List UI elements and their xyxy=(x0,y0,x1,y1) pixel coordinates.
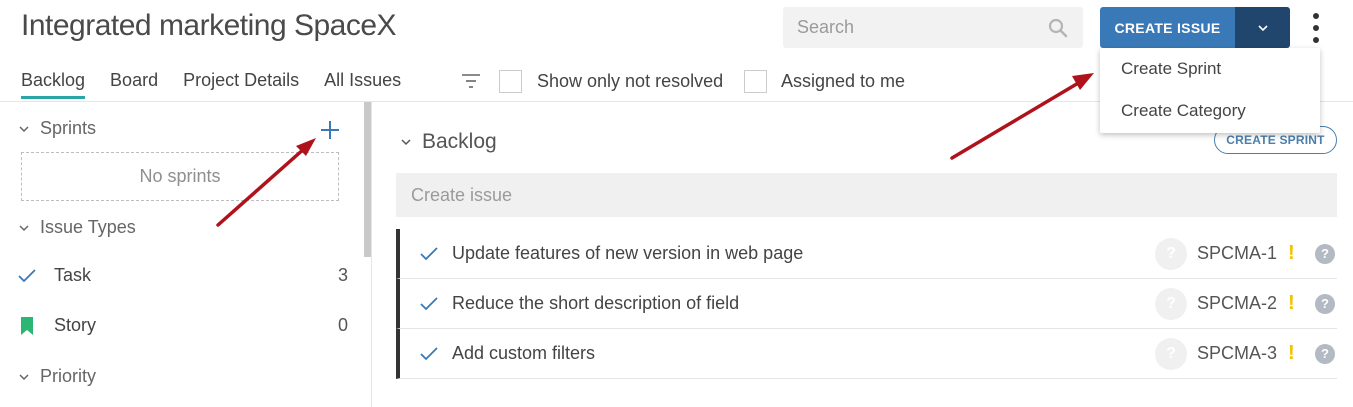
priority-label: Priority xyxy=(40,366,97,386)
tab-project-details[interactable]: Project Details xyxy=(183,70,299,99)
issue-summary[interactable]: Add custom filters xyxy=(452,343,595,364)
check-icon xyxy=(420,345,438,363)
menu-item-create-sprint[interactable]: Create Sprint xyxy=(1100,48,1320,90)
annotation-arrow xyxy=(950,73,1094,160)
issue-type-count: 0 xyxy=(337,315,348,335)
issue-row[interactable]: Reduce the short description of field ? … xyxy=(396,279,1337,329)
check-icon xyxy=(420,295,438,313)
search-box[interactable] xyxy=(783,7,1083,48)
priority-section-header[interactable]: Priority xyxy=(18,366,96,387)
issue-list: Update features of new version in web pa… xyxy=(396,229,1337,379)
issue-type-name: Task xyxy=(54,265,92,285)
search-input[interactable] xyxy=(797,17,1047,38)
sprints-section-header[interactable]: Sprints xyxy=(18,118,96,139)
assigned-to-me-label: Assigned to me xyxy=(781,71,906,91)
status-unknown-icon: ? xyxy=(1315,343,1335,364)
issue-key[interactable]: SPCMA-1 xyxy=(1197,243,1277,264)
show-not-resolved-checkbox[interactable] xyxy=(499,70,522,93)
panel-divider xyxy=(371,102,372,407)
status-unknown-icon: ? xyxy=(1315,243,1335,264)
menu-item-create-category[interactable]: Create Category xyxy=(1100,90,1320,132)
assignee-avatar[interactable]: ? xyxy=(1155,337,1187,370)
create-issue-dropdown-toggle[interactable] xyxy=(1235,7,1290,48)
issue-types-label: Issue Types xyxy=(40,217,136,237)
bookmark-icon xyxy=(18,316,36,335)
sidebar-scrollbar[interactable] xyxy=(364,102,371,257)
backlog-header[interactable]: Backlog xyxy=(400,130,497,154)
no-sprints-placeholder: No sprints xyxy=(21,152,339,201)
tab-board[interactable]: Board xyxy=(110,70,158,99)
issue-key[interactable]: SPCMA-2 xyxy=(1197,293,1277,314)
chevron-down-icon xyxy=(400,136,412,148)
create-dropdown-menu: Create Sprint Create Category xyxy=(1100,48,1320,133)
filter-icon[interactable] xyxy=(461,73,481,89)
more-options-icon[interactable] xyxy=(1305,11,1327,45)
issue-types-section-header[interactable]: Issue Types xyxy=(18,217,136,238)
priority-icon: ! xyxy=(1288,292,1295,314)
create-issue-input[interactable] xyxy=(411,184,1337,206)
issue-type-name: Story xyxy=(54,315,97,335)
assignee-avatar[interactable]: ? xyxy=(1155,237,1187,270)
project-tabs: Backlog Board Project Details All Issues xyxy=(21,70,426,99)
issue-type-task[interactable]: Task 3 xyxy=(18,265,348,286)
priority-icon: ! xyxy=(1288,242,1295,264)
issue-summary[interactable]: Reduce the short description of field xyxy=(452,293,739,314)
tab-backlog[interactable]: Backlog xyxy=(21,70,86,99)
backlog-title: Backlog xyxy=(422,130,497,153)
sprints-label: Sprints xyxy=(40,118,97,138)
assigned-to-me-checkbox[interactable] xyxy=(744,70,767,93)
issue-key[interactable]: SPCMA-3 xyxy=(1197,343,1277,364)
search-icon[interactable] xyxy=(1047,17,1069,39)
issue-row[interactable]: Add custom filters ? SPCMA-3 ! ? xyxy=(396,329,1337,379)
chevron-down-icon xyxy=(1257,19,1269,37)
create-issue-button[interactable]: CREATE ISSUE xyxy=(1100,7,1235,48)
status-unknown-icon: ? xyxy=(1315,293,1335,314)
chevron-down-icon xyxy=(18,370,32,384)
show-not-resolved-label: Show only not resolved xyxy=(537,71,724,91)
check-icon xyxy=(18,267,36,285)
chevron-down-icon xyxy=(18,221,32,235)
assignee-avatar[interactable]: ? xyxy=(1155,287,1187,320)
issue-summary[interactable]: Update features of new version in web pa… xyxy=(452,243,803,264)
add-sprint-icon[interactable] xyxy=(318,118,342,142)
tab-all-issues[interactable]: All Issues xyxy=(324,70,401,99)
issue-type-story[interactable]: Story 0 xyxy=(18,315,348,336)
issue-type-count: 3 xyxy=(337,265,348,285)
chevron-down-icon xyxy=(18,122,32,136)
create-issue-field[interactable] xyxy=(396,173,1337,217)
page-title: Integrated marketing SpaceX xyxy=(21,9,397,42)
priority-icon: ! xyxy=(1288,342,1295,364)
check-icon xyxy=(420,245,438,263)
issue-row[interactable]: Update features of new version in web pa… xyxy=(396,229,1337,279)
